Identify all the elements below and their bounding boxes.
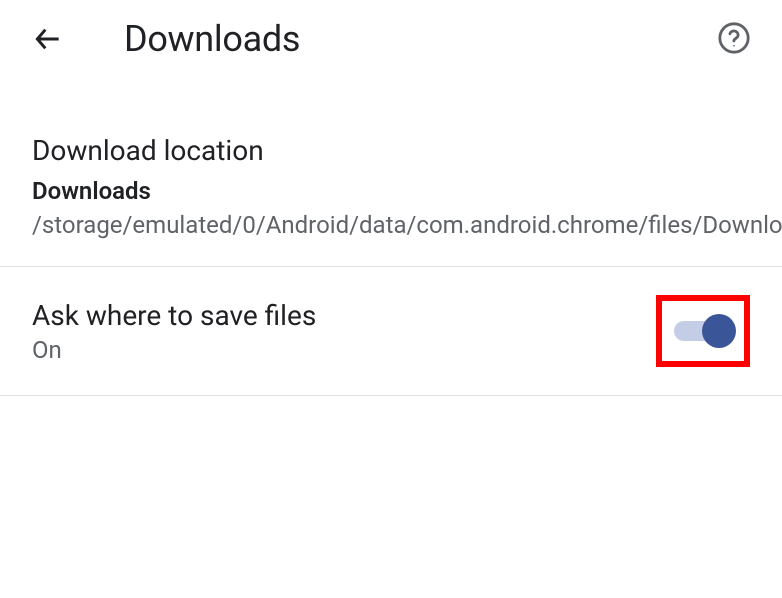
ask-save-label-group: Ask where to save files On <box>32 299 316 364</box>
ask-save-title: Ask where to save files <box>32 299 316 332</box>
help-button[interactable] <box>714 18 754 58</box>
ask-save-section: Ask where to save files On <box>0 267 782 396</box>
download-location-path: Downloads /storage/emulated/0/Android/da… <box>32 175 750 242</box>
highlight-box <box>656 295 750 367</box>
download-folder-name: Downloads <box>32 177 151 205</box>
header: Downloads <box>0 0 782 78</box>
download-location-section[interactable]: Download location Downloads /storage/emu… <box>0 78 782 267</box>
back-arrow-icon <box>32 23 64 55</box>
help-icon <box>717 21 751 55</box>
back-button[interactable] <box>28 19 68 59</box>
toggle-thumb <box>702 314 736 348</box>
page-title: Downloads <box>124 18 300 60</box>
download-location-title: Download location <box>32 134 750 167</box>
ask-save-toggle[interactable] <box>674 319 732 343</box>
ask-save-status: On <box>32 336 316 364</box>
download-folder-path: /storage/emulated/0/Android/data/com.and… <box>32 211 782 239</box>
